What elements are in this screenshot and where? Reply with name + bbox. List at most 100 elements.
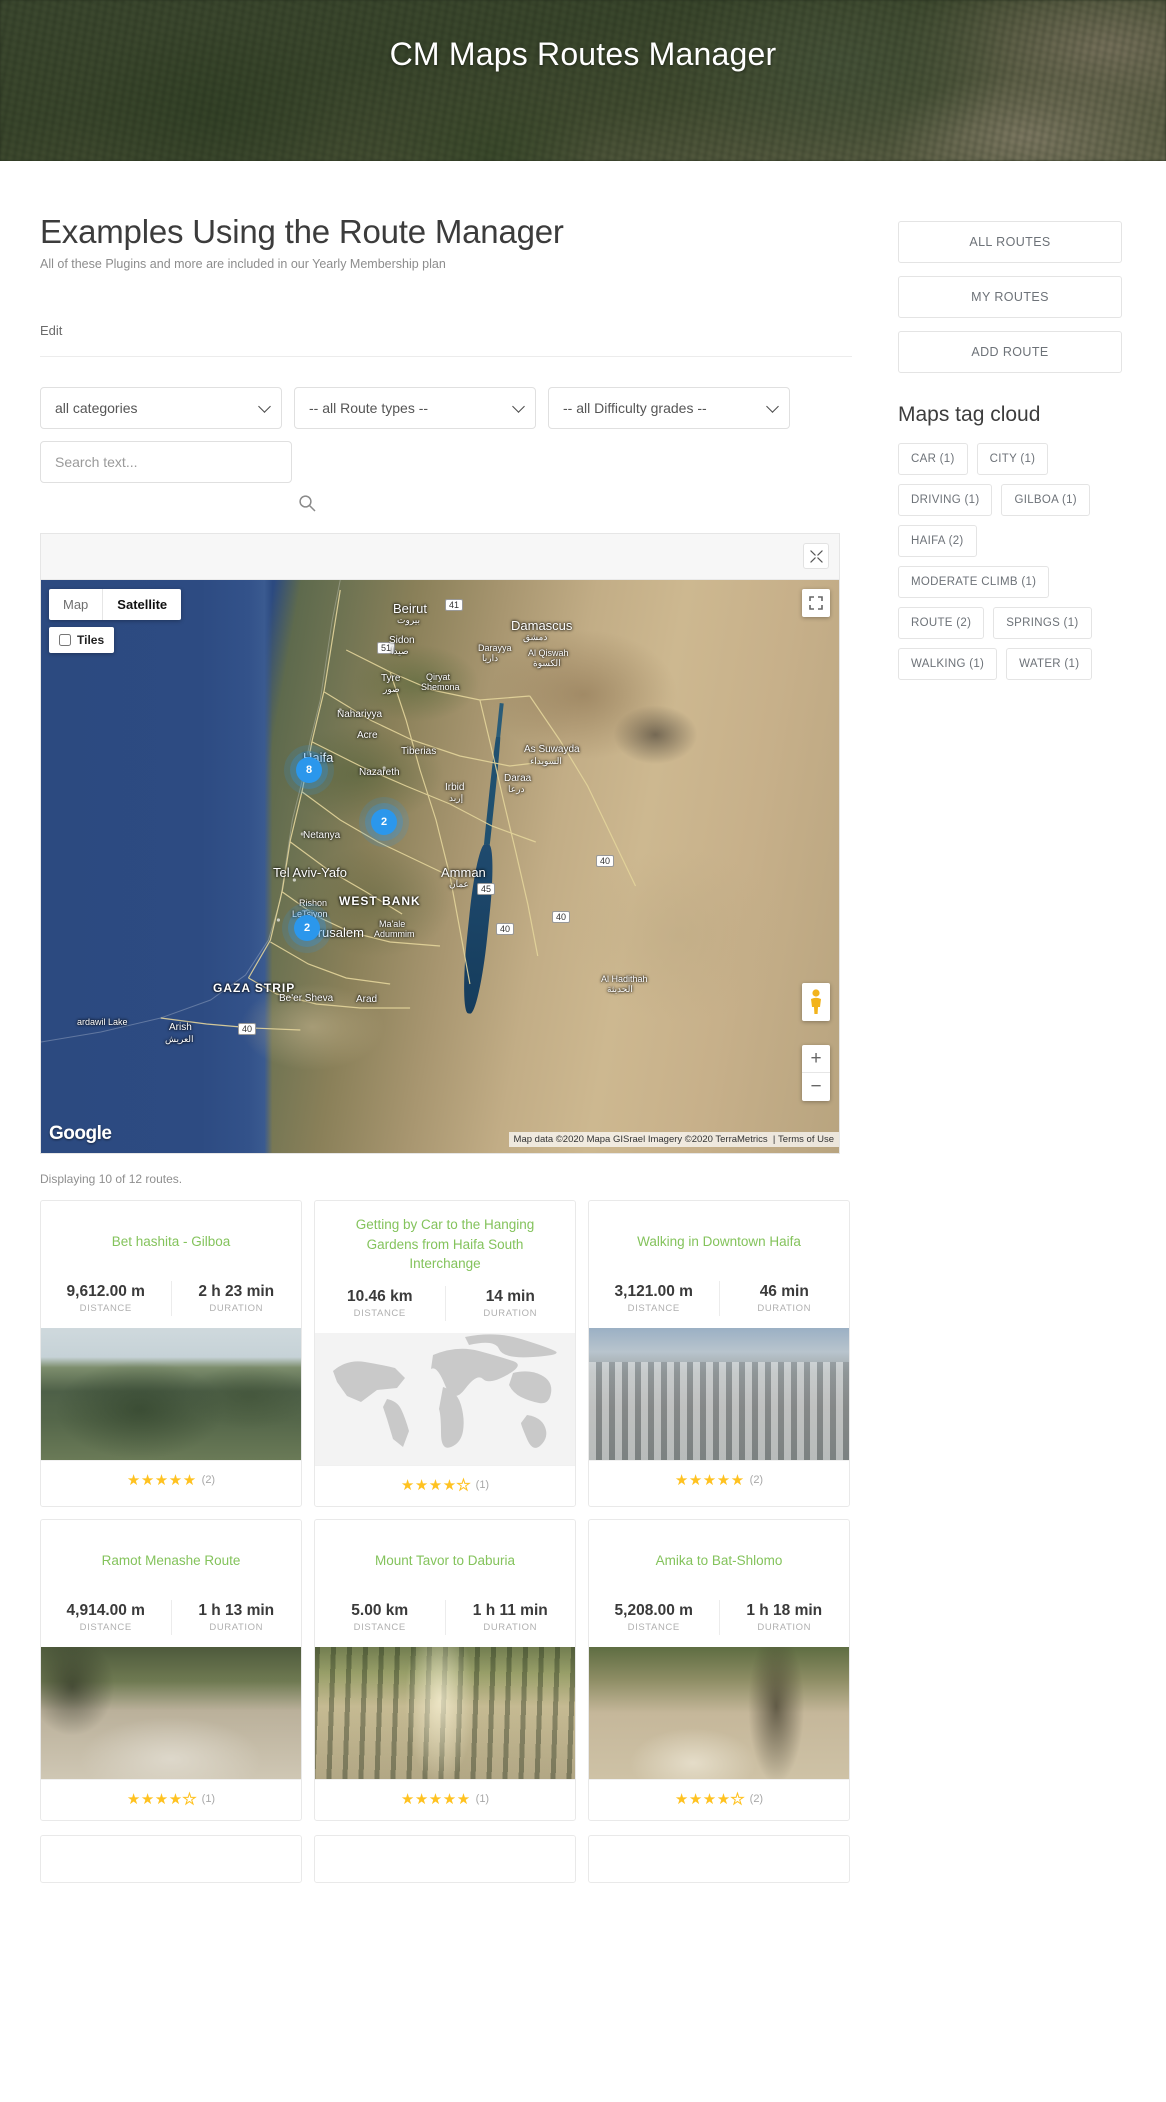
tag-cloud-item[interactable]: CITY (1) (976, 443, 1049, 475)
route-distance-label: DISTANCE (353, 1307, 406, 1319)
route-rating: ★★★★★ (2) (41, 1460, 301, 1501)
edit-link[interactable]: Edit (40, 323, 852, 338)
sidebar-item-all-routes[interactable]: ALL ROUTES (898, 221, 1122, 263)
map-marker-cluster[interactable]: 2 (294, 915, 320, 941)
map-type-control[interactable]: Map Satellite (49, 589, 182, 620)
route-card[interactable]: Walking in Downtown Haifa 3,121.00 m DISTA… (588, 1200, 850, 1507)
difficulty-select[interactable]: -- all Difficulty grades -- (548, 387, 790, 429)
rating-star: ★ (126, 1472, 141, 1489)
route-distance-value: 5.00 km (351, 1601, 409, 1619)
route-thumbnail[interactable] (41, 1646, 301, 1779)
rating-star: ★ (716, 1472, 731, 1489)
route-distance-stat: 5.00 km DISTANCE (315, 1600, 445, 1635)
route-title-link[interactable]: Getting by Car to the Hanging Gardens fr… (331, 1215, 559, 1274)
route-title-link[interactable]: Bet hashita - Gilboa (112, 1232, 231, 1252)
map-fullscreen-button[interactable] (802, 589, 830, 617)
table-row[interactable] (588, 1834, 850, 1883)
search-input[interactable] (40, 441, 292, 483)
rating-star: ★ (140, 1472, 155, 1489)
route-thumbnail[interactable] (41, 1328, 301, 1460)
route-distance-value: 4,914.00 m (66, 1601, 145, 1619)
rating-star: ★ (154, 1790, 169, 1808)
page-subtitle: All of these Plugins and more are includ… (40, 257, 446, 271)
rating-star: ★ (126, 1790, 141, 1808)
route-duration-value: 1 h 18 min (746, 1601, 823, 1619)
sidebar-item-add-route[interactable]: ADD ROUTE (898, 331, 1122, 373)
street-view-pegman[interactable] (802, 983, 830, 1021)
rating-star: ★ (442, 1476, 457, 1494)
rating-star: ★ (456, 1790, 471, 1808)
table-row[interactable] (40, 1834, 302, 1883)
world-map-placeholder-icon (333, 1334, 557, 1448)
sidebar-item-my-routes[interactable]: MY ROUTES (898, 276, 1122, 318)
tiles-toggle[interactable]: Tiles (49, 627, 115, 653)
route-title-link[interactable]: Mount Tavor to Daburia (375, 1551, 515, 1571)
map-zoom-control[interactable]: + − (802, 1045, 830, 1101)
map-type-map-button[interactable]: Map (49, 589, 102, 620)
tag-cloud-item[interactable]: DRIVING (1) (898, 484, 993, 516)
route-card[interactable]: Amika to Bat-Shlomo 5,208.00 m DISTANCE 1 h… (588, 1518, 850, 1821)
route-distance-value: 5,208.00 m (614, 1601, 693, 1619)
search-submit-button[interactable] (296, 493, 318, 515)
rating-star: ★ (674, 1790, 689, 1808)
rating-star: ★ (400, 1476, 415, 1494)
route-distance-stat: 5,208.00 m DISTANCE (589, 1600, 719, 1635)
site-title: CM Maps Routes Manager (389, 36, 777, 72)
route-distance-stat: 3,121.00 m DISTANCE (589, 1281, 719, 1316)
route-type-select-wrapper: -- all Route types -- (294, 387, 536, 429)
google-map-canvas[interactable]: 51 40 45 40 40 41 40 Beirut بيروت Damascus… (41, 580, 839, 1153)
tag-cloud-item[interactable]: WALKING (1) (898, 648, 998, 680)
route-type-select[interactable]: -- all Route types -- (294, 387, 536, 429)
route-distance-value: 9,612.00 m (66, 1283, 145, 1300)
category-select[interactable]: all categories (40, 387, 282, 429)
route-duration-value: 14 min (485, 1287, 535, 1305)
route-rating: ★★★★★ (1) (315, 1778, 575, 1820)
tiles-checkbox[interactable] (59, 634, 71, 646)
zoom-out-button[interactable]: − (802, 1073, 830, 1101)
tag-cloud-item[interactable]: WATER (1) (1006, 648, 1093, 680)
rating-star: ★ (168, 1790, 183, 1808)
map-vector-overlay (41, 580, 637, 1043)
category-select-wrapper: all categories (40, 387, 282, 429)
main-content: Examples Using the Route Manager All of … (40, 161, 852, 1883)
route-duration-stat: 1 h 11 min DURATION (444, 1599, 576, 1635)
map-toolbar (41, 534, 839, 580)
table-row[interactable] (314, 1834, 576, 1883)
tag-cloud-item[interactable]: ROUTE (2) (898, 607, 985, 639)
map-expand-button[interactable] (803, 543, 829, 569)
tag-cloud-item[interactable]: MODERATE CLIMB (1) (898, 566, 1050, 598)
route-thumbnail[interactable] (589, 1328, 849, 1460)
route-card[interactable]: Getting by Car to the Hanging Gardens fr… (314, 1200, 576, 1507)
tag-cloud-item[interactable]: SPRINGS (1) (993, 607, 1092, 639)
tag-cloud-item[interactable]: GILBOA (1) (1001, 484, 1090, 516)
route-card[interactable]: Mount Tavor to Daburia 5.00 km DISTANCE 1 h… (314, 1518, 576, 1821)
map-marker-cluster[interactable]: 2 (371, 809, 397, 835)
route-title-link[interactable]: Ramot Menashe Route (102, 1551, 241, 1571)
route-thumbnail[interactable] (589, 1646, 849, 1779)
map-marker-cluster[interactable]: 8 (296, 757, 322, 783)
route-review-count: (2) (749, 1474, 764, 1486)
route-card-grid-next-row (40, 1834, 852, 1883)
difficulty-select-wrapper: -- all Difficulty grades -- (548, 387, 790, 429)
route-thumbnail[interactable] (315, 1646, 575, 1779)
tag-cloud-item[interactable]: CAR (1) (898, 443, 968, 475)
route-thumbnail[interactable] (315, 1332, 575, 1465)
rating-star: ★ (154, 1472, 169, 1489)
map-type-satellite-button[interactable]: Satellite (102, 589, 181, 620)
map-terms-link[interactable]: Terms of Use (778, 1134, 834, 1145)
route-distance-value: 10.46 km (347, 1287, 413, 1305)
rating-star: ★ (414, 1476, 429, 1494)
route-distance-stat: 9,612.00 m DISTANCE (41, 1281, 171, 1316)
route-card[interactable]: Bet hashita - Gilboa 9,612.00 m DISTANCE 2 … (40, 1200, 302, 1507)
route-title-link[interactable]: Amika to Bat-Shlomo (656, 1551, 783, 1571)
rating-star: ★ (182, 1790, 197, 1808)
route-duration-stat: 1 h 18 min DURATION (718, 1599, 850, 1635)
zoom-in-button[interactable]: + (802, 1045, 830, 1073)
route-duration-value: 46 min (759, 1283, 809, 1300)
map-attribution-text: Map data ©2020 Mapa GISrael Imagery ©202… (513, 1134, 768, 1145)
route-title-link[interactable]: Walking in Downtown Haifa (637, 1232, 801, 1252)
route-card[interactable]: Ramot Menashe Route 4,914.00 m DISTANCE 1 h… (40, 1518, 302, 1821)
tag-cloud-item[interactable]: HAIFA (2) (898, 525, 977, 557)
site-hero-banner: CM Maps Routes Manager (0, 0, 1166, 161)
rating-star: ★ (730, 1472, 745, 1489)
